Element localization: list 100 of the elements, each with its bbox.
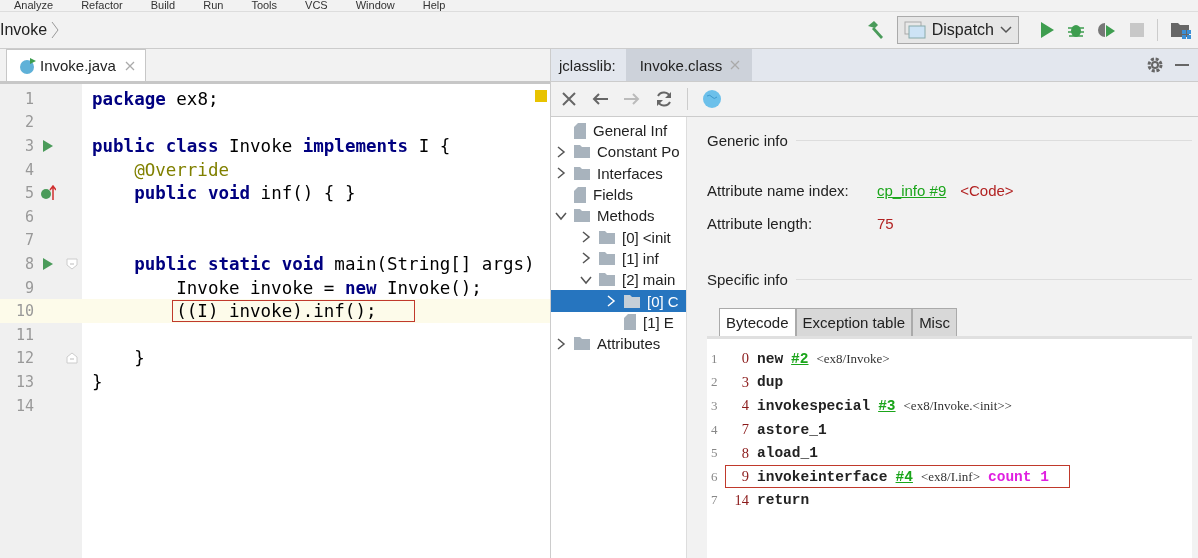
globe-icon[interactable] [702, 89, 722, 109]
code-text: public void [134, 183, 251, 204]
menu-item[interactable]: Window [355, 0, 395, 11]
code-text: implements [302, 136, 409, 156]
line-number: 2 [710, 374, 719, 391]
code-text: ((I) invoke).inf(); [172, 300, 416, 323]
code-text: inf() { } [260, 183, 356, 204]
code-text: I { [418, 136, 451, 156]
tree-item[interactable]: Constant Po [551, 141, 686, 163]
line-number: 4 [710, 421, 719, 438]
menu-item[interactable]: Build [150, 0, 176, 11]
run-icon[interactable] [1039, 21, 1055, 39]
caret-icon [1000, 26, 1012, 34]
menu-item[interactable]: Refactor [81, 0, 123, 11]
opcode: astore_1 [757, 421, 827, 438]
code-text: Invoke [229, 136, 294, 156]
tab[interactable]: Bytecode [719, 308, 796, 336]
bytecode-offset: 8 [740, 444, 749, 462]
line-number: 1 [23, 89, 34, 108]
run-icon[interactable] [42, 139, 54, 153]
tree-item[interactable]: Attributes [551, 332, 686, 355]
folder-icon [598, 272, 616, 288]
file-icon [573, 185, 587, 204]
bytecode-offset: 4 [740, 397, 749, 415]
tree-item[interactable]: Fields [551, 183, 686, 206]
code-text: @Override [134, 159, 229, 180]
folder-icon [573, 208, 591, 224]
refresh-icon[interactable] [655, 90, 673, 108]
line-number: 13 [14, 372, 34, 391]
chevron-right-icon[interactable] [580, 252, 592, 265]
line-number: 10 [14, 302, 34, 321]
code-text: } [92, 371, 103, 392]
tree-item[interactable]: [1] inf [551, 247, 686, 270]
warning-marker-icon [535, 90, 547, 102]
run-config-dropdown[interactable]: Dispatch [896, 16, 1019, 44]
tree-item[interactable]: [0] C [551, 290, 686, 312]
bytecode-offset: 9 [740, 468, 749, 486]
implements-icon[interactable] [40, 185, 56, 202]
chevron-icon [51, 21, 60, 39]
line-number: 7 [23, 231, 34, 250]
chevron-right-icon[interactable] [605, 295, 617, 307]
menu-item[interactable]: Help [422, 0, 446, 11]
bytecode-offset: 3 [740, 373, 749, 391]
tree-item[interactable]: [1] E [551, 311, 686, 333]
settings-icon[interactable] [1146, 56, 1164, 74]
opcode: invokespecial [757, 398, 871, 414]
opcode: new [757, 350, 784, 367]
opcode: return [757, 492, 810, 509]
code-text: Invoke invoke = [176, 277, 336, 298]
field-value: 75 [877, 214, 894, 232]
code-text: ex8; [176, 88, 219, 109]
tab[interactable]: Exception table [795, 308, 913, 336]
breadcrumb[interactable]: Invoke [0, 21, 48, 39]
opcode: dup [757, 374, 784, 391]
menu-item[interactable]: Run [203, 0, 224, 11]
section-title: Specific info [707, 270, 788, 288]
code-text: main(String[] args) [334, 253, 535, 274]
folder-icon [573, 336, 591, 352]
line-number: 6 [23, 207, 34, 226]
line-number: 1 [710, 350, 719, 367]
tab[interactable]: Misc [912, 308, 957, 336]
chevron-right-icon[interactable] [555, 337, 567, 350]
menu-item[interactable]: Analyze [14, 0, 54, 11]
folder-grid-icon[interactable] [1170, 20, 1192, 40]
file-icon [623, 313, 637, 332]
field-value: <Code> [960, 181, 1014, 199]
chevron-right-icon[interactable] [555, 167, 567, 180]
tree-item[interactable]: Interfaces [551, 162, 686, 184]
line-number: 5 [23, 184, 34, 203]
menu-item[interactable]: Tools [251, 0, 278, 11]
chevron-right-icon[interactable] [555, 145, 567, 158]
code-text: } [134, 348, 145, 369]
line-number: 12 [14, 349, 34, 368]
class-tab[interactable]: Invoke.class [625, 49, 753, 81]
folder-icon [573, 165, 591, 181]
chevron-right-icon[interactable] [580, 231, 592, 244]
tree-item[interactable]: Methods [551, 205, 686, 227]
class-file-icon [19, 56, 37, 75]
folder-icon [598, 229, 616, 245]
field-label: Attribute name index: [707, 181, 850, 199]
constant-comment: <ex8/Invoke.<init>> [903, 398, 1012, 414]
constant-comment: <ex8/I.inf> [920, 468, 980, 485]
opcode: aload_1 [757, 445, 818, 462]
tree-item[interactable]: [2] main [551, 269, 686, 291]
tree-item[interactable]: General Inf [551, 120, 686, 142]
menu-item[interactable]: VCS [305, 0, 328, 11]
line-number: 2 [23, 113, 34, 132]
constant-comment: <ex8/Invoke> [816, 350, 890, 367]
line-number: 4 [23, 160, 34, 179]
line-number: 5 [710, 445, 719, 462]
tree-item[interactable]: [0] <init [551, 226, 686, 248]
file-icon [573, 121, 587, 140]
coverage-icon[interactable] [1097, 21, 1117, 39]
bytecode-offset: 14 [733, 491, 749, 509]
run-icon[interactable] [42, 256, 54, 271]
close-icon[interactable] [561, 91, 577, 107]
back-arrow-icon[interactable] [591, 91, 609, 107]
bytecode-offset: 0 [740, 350, 749, 368]
line-number: 3 [710, 398, 719, 414]
file-tab[interactable]: Invoke.java [6, 49, 146, 81]
